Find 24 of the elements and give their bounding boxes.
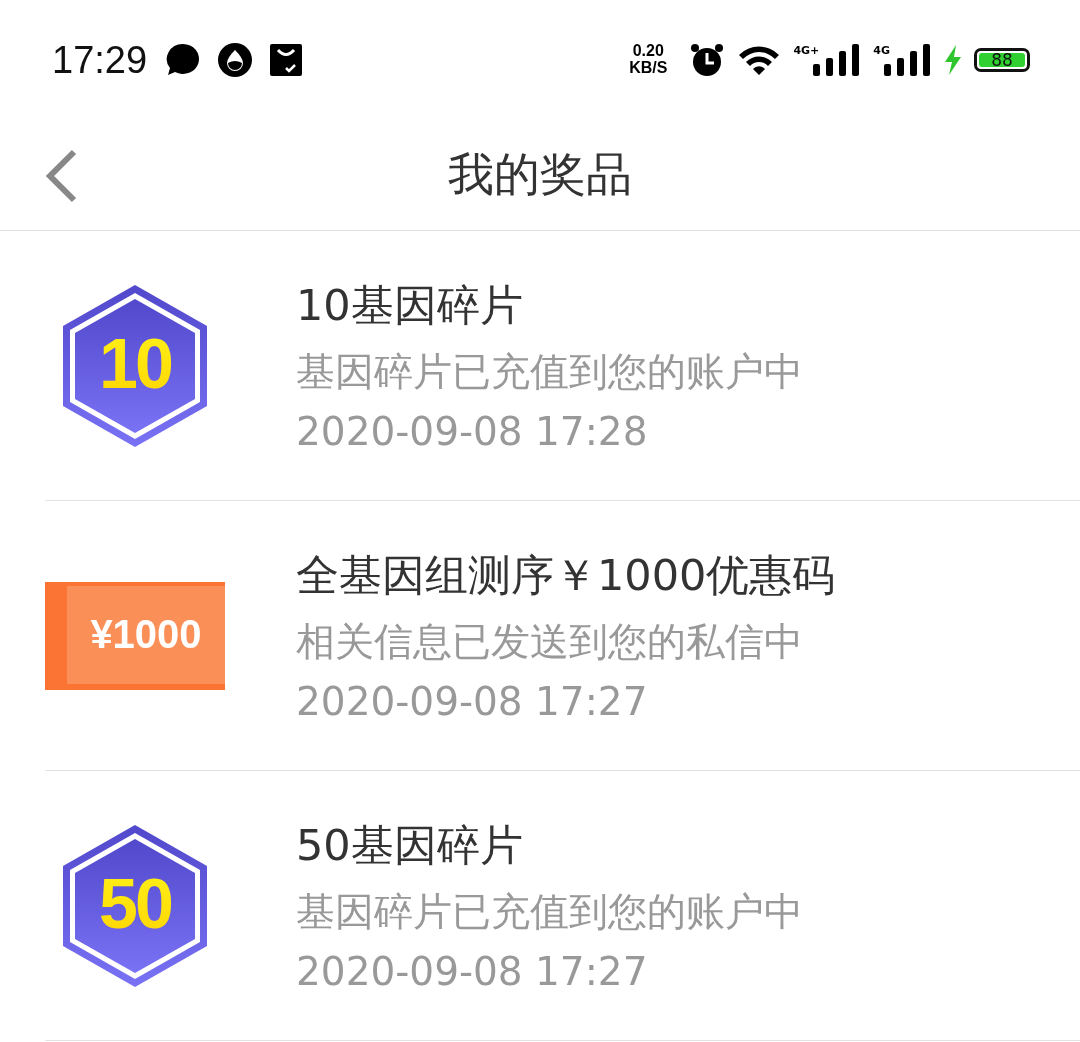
charging-bolt-icon [944, 45, 962, 75]
network-label: 4G+ [793, 44, 820, 57]
net-speed: 0.20 [632, 43, 664, 60]
alarm-icon [689, 42, 726, 78]
prize-description: 相关信息已发送到您的私信中 [296, 618, 804, 666]
hexagon-badge: 10 [62, 283, 208, 448]
shopping-bag-icon [269, 43, 304, 77]
network-label: 4G [873, 44, 890, 57]
coupon-badge: ¥1000 [45, 581, 225, 690]
prize-title: 10基因碎片 [296, 279, 524, 332]
prize-time: 2020-09-08 17:27 [296, 679, 649, 724]
prize-time: 2020-09-08 17:27 [296, 949, 649, 994]
droplet-icon [217, 42, 254, 78]
hexagon-badge: 50 [62, 823, 208, 988]
prize-title: 50基因碎片 [296, 819, 524, 872]
prize-time: 2020-09-08 17:28 [296, 409, 649, 454]
battery-level: 88 [979, 53, 1025, 67]
prize-description: 基因碎片已充值到您的账户中 [296, 348, 803, 396]
status-time: 17:29 [52, 38, 148, 82]
page-title: 我的奖品 [448, 146, 632, 203]
prize-description: 基因碎片已充值到您的账户中 [296, 888, 803, 936]
prize-title: 全基因组测序￥1000优惠码 [296, 549, 836, 602]
net-speed-unit: KB/S [629, 60, 668, 77]
chat-bubble-icon [165, 42, 202, 78]
